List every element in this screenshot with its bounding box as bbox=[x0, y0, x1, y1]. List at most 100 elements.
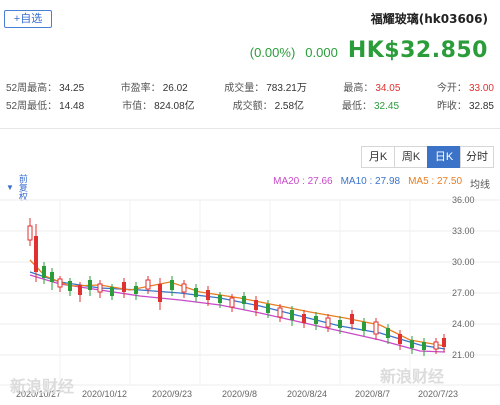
quote-cell: 昨收： 32.85 bbox=[437, 98, 494, 116]
quote-value: 14.48 bbox=[59, 101, 85, 112]
quote-value: 824.08亿 bbox=[154, 101, 195, 112]
quote-label: 52周最高： bbox=[6, 83, 58, 94]
change-value: 0.000 bbox=[305, 45, 338, 60]
quote-label: 最高： bbox=[343, 83, 374, 94]
candle-down bbox=[338, 320, 342, 328]
tab-daily[interactable]: 日K bbox=[427, 146, 461, 168]
candle-down bbox=[110, 287, 114, 296]
quote-cell: 最低： 32.45 bbox=[342, 98, 399, 116]
candle-down bbox=[410, 340, 414, 348]
candle-up bbox=[145, 279, 151, 290]
x-axis-ticks: 2020/7/23 2020/8/7 2020/8/24 2020/9/8 20… bbox=[16, 389, 458, 399]
y-tick: 36.00 bbox=[452, 195, 475, 205]
quote-value: 2.58亿 bbox=[274, 101, 305, 112]
candlestick-chart[interactable]: 36.00 33.00 30.00 27.00 24.00 21.00 2020… bbox=[0, 190, 500, 405]
quote-label: 最低： bbox=[341, 101, 372, 112]
quote-cell: 成交额： 2.58亿 bbox=[233, 98, 304, 116]
candle-down bbox=[422, 342, 426, 350]
x-tick: 2020/7/23 bbox=[418, 389, 458, 399]
divider bbox=[0, 128, 500, 129]
candle-up bbox=[350, 314, 354, 324]
period-tabs: 月K 周K 日K 分时 bbox=[361, 146, 494, 168]
quote-label: 今开： bbox=[436, 83, 467, 94]
candle-up bbox=[229, 297, 235, 308]
quote-cell: 市盈率： 26.02 bbox=[121, 80, 188, 98]
tab-intraday[interactable]: 分时 bbox=[460, 146, 494, 168]
quote-cell: 今开： 33.00 bbox=[437, 80, 494, 98]
quote-value: 26.02 bbox=[162, 83, 188, 94]
tab-monthly[interactable]: 月K bbox=[361, 146, 395, 168]
candle-up bbox=[254, 300, 258, 310]
x-tick: 2020/8/7 bbox=[355, 389, 390, 399]
candle-up bbox=[181, 283, 187, 293]
ma-legend-title: 均线 bbox=[470, 180, 490, 191]
candle-down bbox=[134, 286, 138, 294]
candle-down bbox=[218, 295, 222, 303]
candle-up bbox=[78, 285, 82, 295]
quote-row: 52周最低： 14.48 市值： 824.08亿 成交额： 2.58亿 最低： 32.4… bbox=[6, 98, 494, 116]
quote-value: 783.21万 bbox=[266, 83, 307, 94]
ma5-value: MA5 : 27.50 bbox=[408, 176, 462, 187]
candle-up bbox=[302, 314, 306, 323]
candle-down bbox=[68, 281, 72, 291]
y-tick: 33.00 bbox=[452, 226, 475, 236]
quote-label: 成交额： bbox=[232, 101, 273, 112]
candle-down bbox=[314, 316, 318, 324]
ma10-line bbox=[29, 271, 446, 350]
tab-weekly[interactable]: 周K bbox=[394, 146, 428, 168]
candle-up bbox=[122, 282, 126, 292]
quote-value: 32.45 bbox=[373, 101, 400, 112]
quote-label: 市值： bbox=[122, 101, 153, 112]
watermark-text: 新浪财经 bbox=[10, 377, 74, 396]
candle-up bbox=[277, 307, 283, 318]
quote-value: 32.85 bbox=[468, 101, 494, 112]
candle-up bbox=[27, 225, 33, 241]
add-to-watchlist-button[interactable]: +自选 bbox=[4, 10, 52, 28]
quote-table: 52周最高： 34.25 市盈率： 26.02 成交量： 783.21万 最高： 34.… bbox=[6, 80, 494, 116]
ma20-value: MA20 : 27.66 bbox=[273, 176, 333, 187]
x-tick: 2020/9/8 bbox=[222, 389, 257, 399]
quote-value: 33.00 bbox=[468, 83, 494, 94]
quote-cell: 市值： 824.08亿 bbox=[122, 98, 195, 116]
y-tick: 30.00 bbox=[452, 257, 475, 267]
quote-row: 52周最高： 34.25 市盈率： 26.02 成交量： 783.21万 最高： 34.… bbox=[6, 80, 494, 98]
candle-up bbox=[442, 338, 446, 347]
quote-cell: 成交量： 783.21万 bbox=[224, 80, 307, 98]
ma-legend: MA20 : 27.66 MA10 : 27.98 MA5 : 27.50 均线 bbox=[273, 176, 490, 191]
x-tick: 2020/9/23 bbox=[152, 389, 192, 399]
y-tick: 21.00 bbox=[452, 350, 475, 360]
current-price: HK$32.850 bbox=[347, 38, 488, 63]
candle-up bbox=[97, 283, 103, 293]
candle-down bbox=[242, 296, 246, 304]
y-axis-ticks: 36.00 33.00 30.00 27.00 24.00 21.00 bbox=[452, 195, 475, 360]
price-row: (0.00%) 0.000 HK$32.850 bbox=[250, 38, 488, 63]
candle-up bbox=[206, 290, 210, 300]
candle-down bbox=[88, 280, 92, 290]
candle-down bbox=[194, 288, 198, 297]
watermark-text: 新浪财经 bbox=[380, 367, 444, 386]
candle-up bbox=[398, 334, 402, 344]
y-tick: 24.00 bbox=[452, 319, 475, 329]
candle-up bbox=[158, 284, 162, 302]
quote-cell: 最高： 34.05 bbox=[343, 80, 400, 98]
y-tick: 27.00 bbox=[452, 288, 475, 298]
candle-up bbox=[373, 321, 379, 335]
candle-down bbox=[266, 304, 270, 313]
x-tick: 2020/10/12 bbox=[82, 389, 127, 399]
stock-name: 福耀玻璃(hk03606) bbox=[370, 12, 488, 26]
quote-label: 市盈率： bbox=[120, 83, 161, 94]
x-tick: 2020/8/24 bbox=[287, 389, 327, 399]
quote-value: 34.05 bbox=[375, 83, 401, 94]
candle-down bbox=[386, 328, 390, 338]
ma10-value: MA10 : 27.98 bbox=[340, 176, 401, 187]
candle-down bbox=[290, 310, 294, 320]
candle-up bbox=[34, 236, 38, 272]
candle-up bbox=[57, 278, 63, 288]
candle-up bbox=[325, 317, 331, 328]
candle-up bbox=[433, 341, 439, 350]
quote-label: 52周最低： bbox=[6, 101, 58, 112]
candle-down bbox=[42, 266, 46, 278]
candles bbox=[27, 218, 446, 356]
candle-down bbox=[50, 272, 54, 282]
quote-label: 成交量： bbox=[224, 83, 265, 94]
